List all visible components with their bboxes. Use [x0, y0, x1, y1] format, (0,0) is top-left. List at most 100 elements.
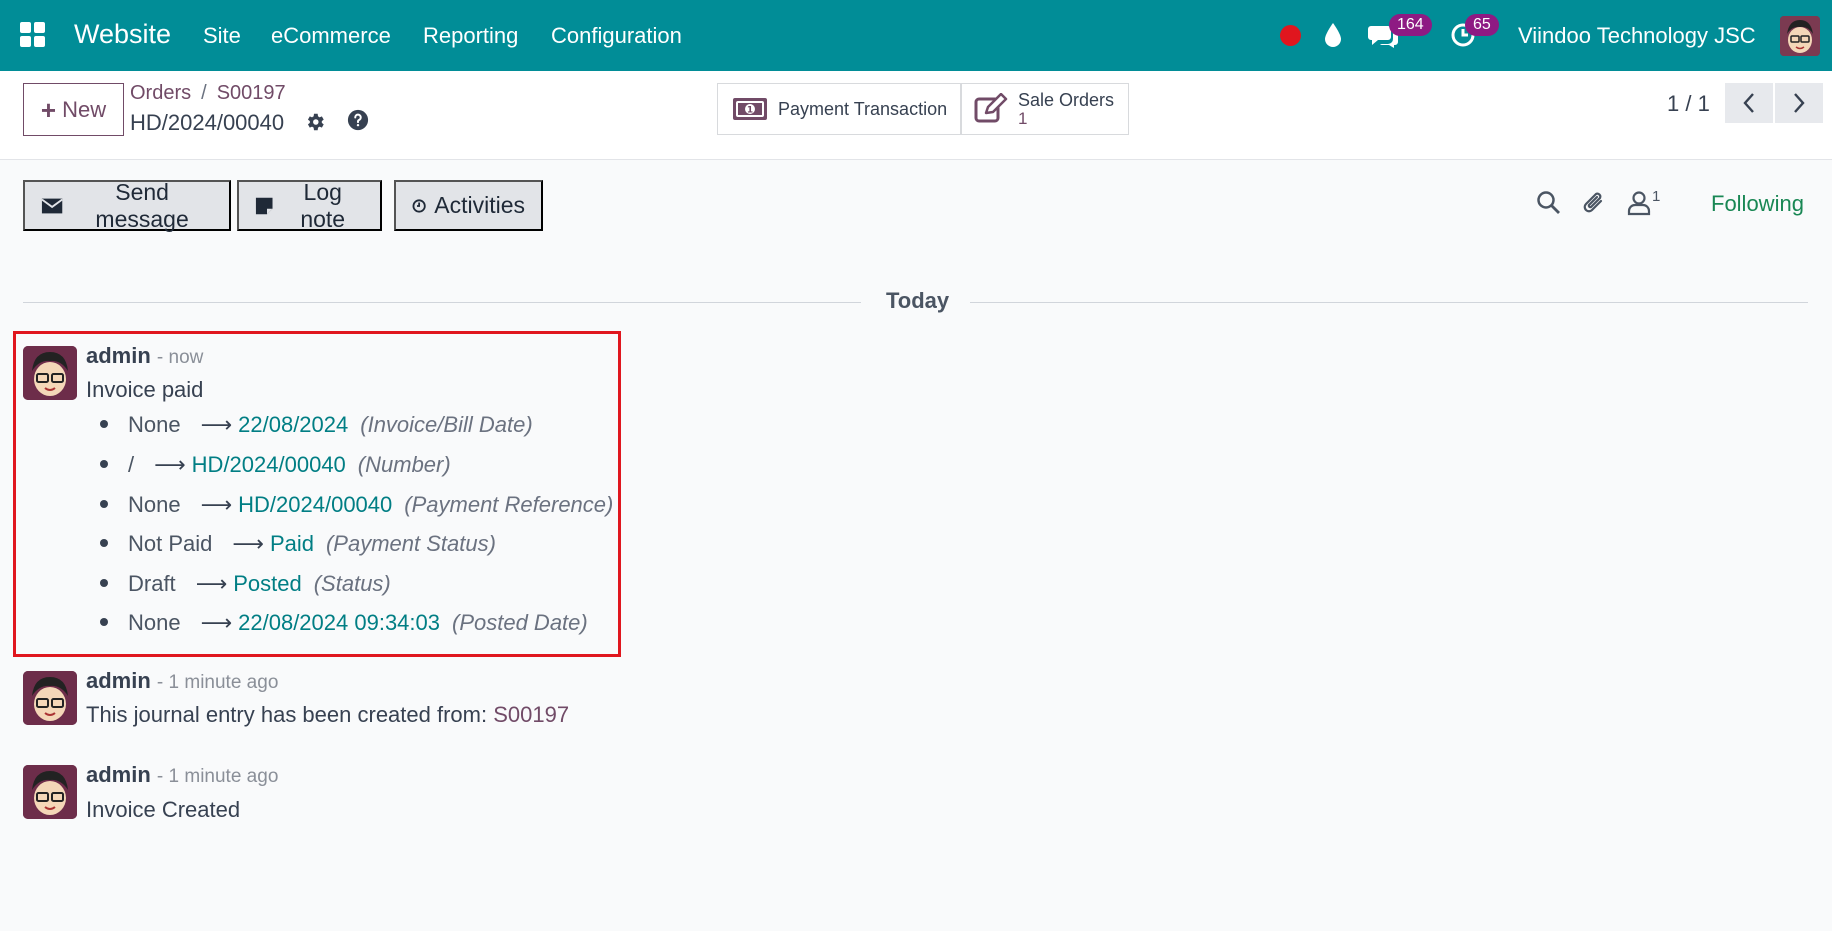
chevron-right-icon — [1794, 93, 1805, 113]
message-date: - 1 minute ago — [156, 766, 279, 787]
menu-site[interactable]: Site — [203, 23, 241, 49]
tracking-old-value: Draft — [128, 571, 176, 596]
arrow-right-icon: ⟶ — [154, 452, 186, 477]
tracking-field-name: (Number) — [357, 452, 451, 477]
pager-next-button[interactable] — [1775, 83, 1823, 123]
record-name: HD/2024/00040 — [130, 110, 285, 135]
new-button[interactable]: + New — [23, 83, 124, 136]
user-avatar[interactable] — [1780, 16, 1820, 56]
log-note-button[interactable]: Log note — [237, 178, 382, 232]
svg-text:1: 1 — [747, 106, 753, 116]
author-name: admin — [86, 762, 151, 787]
arrow-right-icon: ⟶ — [200, 492, 233, 517]
author-name: admin — [86, 343, 151, 368]
payment-transaction-button[interactable]: 1 Payment Transaction — [717, 83, 961, 135]
company-switcher[interactable]: Viindoo Technology JSC — [1518, 23, 1756, 49]
arrow-right-icon: ⟶ — [200, 412, 233, 437]
tracking-old-value: None — [128, 412, 181, 437]
arrow-right-icon: ⟶ — [232, 531, 264, 556]
message-avatar[interactable] — [23, 671, 77, 725]
menu-reporting[interactable]: Reporting — [423, 23, 518, 49]
bullet — [100, 500, 108, 509]
send-message-label: Send message — [95, 178, 189, 232]
tracking-new-value: Posted — [233, 571, 302, 596]
tracking-old-value: None — [128, 610, 181, 635]
tracking-item: / ⟶ HD/2024/00040 (Number) — [100, 452, 451, 478]
new-button-label: New — [62, 96, 107, 122]
followers-user-icon[interactable] — [1627, 190, 1651, 216]
payment-transaction-label: Payment Transaction — [778, 98, 948, 119]
tracking-new-value: HD/2024/00040 — [238, 492, 393, 517]
bullet — [100, 420, 108, 429]
bullet — [100, 618, 108, 627]
message-avatar[interactable] — [23, 765, 77, 819]
activities-button[interactable]: Activities — [394, 180, 543, 231]
gear-icon[interactable] — [304, 111, 326, 133]
pager-value[interactable]: 1 / 1 — [1667, 91, 1710, 117]
log-note-label: Log note — [300, 178, 346, 232]
tracking-field-name: (Invoice/Bill Date) — [360, 412, 533, 437]
sale-orders-label: Sale Orders — [1018, 90, 1115, 110]
following-button[interactable]: Following — [1711, 191, 1804, 217]
message-date: - now — [156, 347, 204, 368]
clock-icon — [412, 198, 426, 213]
apps-menu-icon[interactable] — [20, 22, 46, 48]
tracking-field-name: (Payment Reference) — [404, 492, 614, 517]
message-body: This journal entry has been created from… — [86, 702, 569, 728]
message-author[interactable]: admin - 1 minute ago — [86, 668, 278, 694]
sticky-note-icon — [255, 197, 273, 214]
arrow-right-icon: ⟶ — [200, 610, 233, 635]
tracking-item: None ⟶ 22/08/2024 09:34:03 (Posted Date) — [100, 610, 588, 636]
bullet — [100, 579, 108, 588]
pager-previous-button[interactable] — [1725, 83, 1773, 123]
sale-orders-count: 1 — [1018, 109, 1028, 128]
control-panel: + New Orders / S00197 HD/2024/00040 1 Paym… — [0, 71, 1832, 160]
sale-order-link[interactable]: S00197 — [493, 702, 569, 727]
message-body: Invoice paid — [86, 377, 204, 402]
activities-count-badge: 65 — [1465, 14, 1499, 36]
message-author[interactable]: admin - 1 minute ago — [86, 762, 278, 788]
tracking-field-name: (Posted Date) — [452, 610, 588, 635]
app-name[interactable]: Website — [74, 19, 171, 50]
message-avatar[interactable] — [23, 346, 77, 400]
breadcrumb-orders[interactable]: Orders — [130, 82, 191, 104]
menu-ecommerce[interactable]: eCommerce — [271, 23, 391, 49]
bullet — [100, 460, 108, 469]
plus-icon: + — [40, 94, 57, 125]
tracking-new-value: 22/08/2024 — [238, 412, 349, 437]
tracking-item: None ⟶ 22/08/2024 (Invoice/Bill Date) — [100, 412, 533, 438]
send-message-button[interactable]: Send message — [23, 178, 231, 232]
tracking-new-value: HD/2024/00040 — [191, 452, 346, 477]
messages-count-badge: 164 — [1389, 14, 1432, 36]
breadcrumb-separator: / — [201, 82, 207, 104]
author-name: admin — [86, 668, 151, 693]
paperclip-icon[interactable] — [1582, 190, 1608, 218]
sale-orders-button[interactable]: Sale Orders 1 — [961, 83, 1129, 135]
menu-configuration[interactable]: Configuration — [551, 23, 682, 49]
edit-icon — [974, 93, 1008, 123]
activities-label: Activities — [434, 192, 525, 218]
arrow-right-icon: ⟶ — [195, 571, 228, 596]
tracking-field-name: (Payment Status) — [325, 531, 496, 556]
search-icon[interactable] — [1536, 190, 1562, 216]
breadcrumb: Orders / S00197 — [130, 82, 286, 105]
separator-line-left — [23, 302, 861, 303]
top-navbar: Website Site eCommerce Reporting Configu… — [0, 0, 1832, 71]
help-icon[interactable] — [347, 109, 369, 131]
tracking-new-value: Paid — [269, 531, 314, 556]
tracking-item: Not Paid ⟶ Paid (Payment Status) — [100, 531, 496, 557]
breadcrumb-sale-order[interactable]: S00197 — [217, 82, 286, 104]
message-author[interactable]: admin - now — [86, 343, 203, 369]
record-icon[interactable] — [1280, 25, 1301, 46]
message-text: This journal entry has been created from… — [86, 702, 488, 727]
tracking-item: Draft ⟶ Posted (Status) — [100, 571, 391, 597]
tracking-new-value: 22/08/2024 09:34:03 — [238, 610, 440, 635]
money-icon: 1 — [733, 98, 767, 120]
day-separator-label: Today — [886, 288, 950, 313]
message-body: Invoice Created — [86, 797, 241, 822]
bullet — [100, 539, 108, 548]
tracking-item: None ⟶ HD/2024/00040 (Payment Reference) — [100, 492, 613, 518]
droplet-icon[interactable] — [1323, 22, 1343, 48]
tracking-old-value: None — [128, 492, 181, 517]
envelope-icon — [41, 198, 63, 213]
